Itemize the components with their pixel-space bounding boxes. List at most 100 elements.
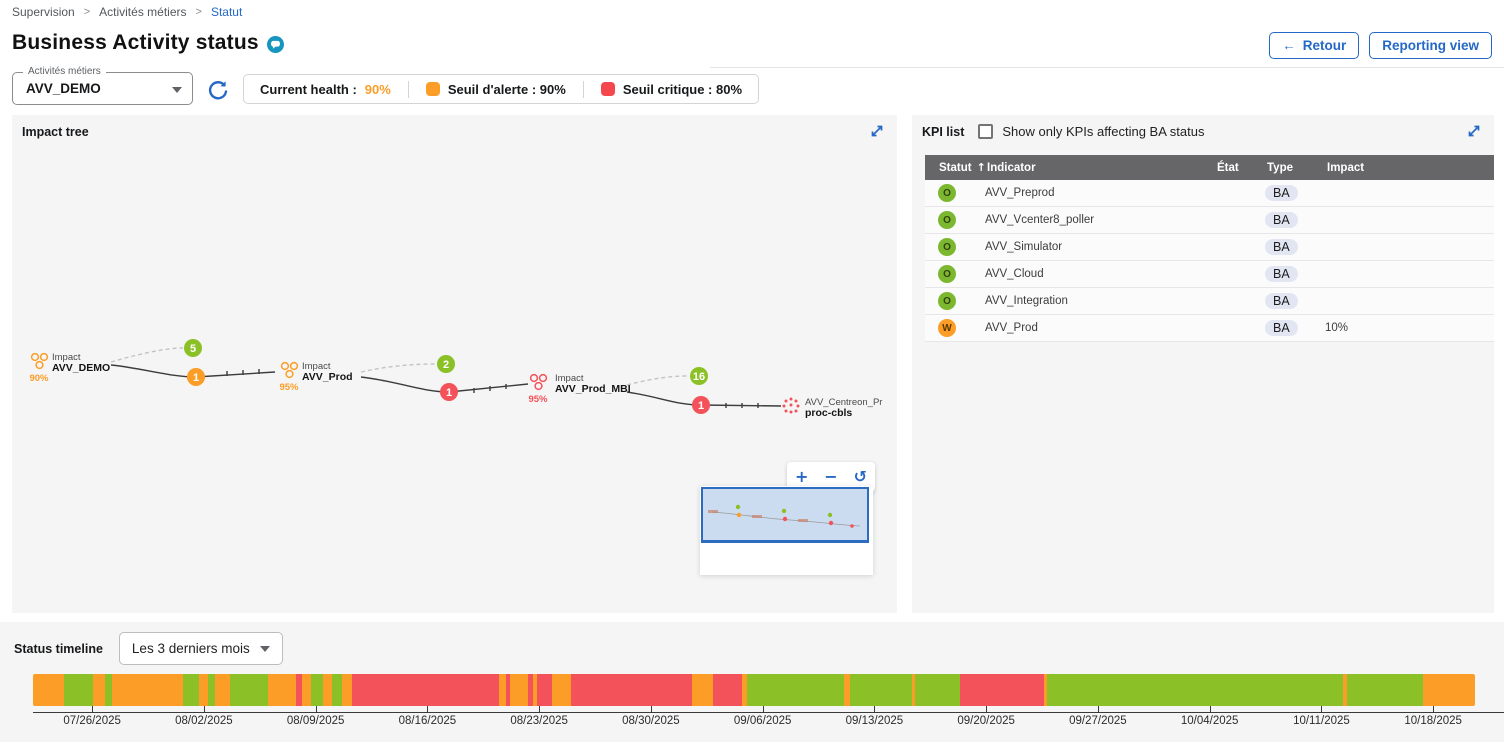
table-row[interactable]: OAVV_Vcenter8_pollerBA — [925, 207, 1494, 234]
show-only-kpis-checkbox[interactable] — [978, 124, 993, 139]
business-activity-select[interactable]: Activités métiers AVV_DEMO — [12, 72, 193, 105]
table-row[interactable]: OAVV_PreprodBA — [925, 180, 1494, 207]
timeline-segment-critical[interactable] — [537, 674, 552, 706]
axis-tick — [651, 706, 652, 713]
column-indicator[interactable]: Indicator — [985, 162, 1215, 174]
timeline-segment-ok[interactable] — [208, 674, 215, 706]
type-cell: BA — [1265, 212, 1325, 228]
kpi-table: Statut ↑ Indicator État Type Impact OAVV… — [925, 155, 1494, 342]
table-row[interactable]: OAVV_IntegrationBA — [925, 288, 1494, 315]
title-row: Business Activity status — [12, 31, 284, 55]
svg-text:1: 1 — [193, 372, 199, 384]
axis-tick-label: 09/27/2025 — [1069, 715, 1127, 727]
axis-tick — [874, 706, 875, 713]
axis-tick-label: 08/23/2025 — [510, 715, 568, 727]
breadcrumb-statut[interactable]: Statut — [211, 5, 242, 19]
impact-cell: 10% — [1325, 322, 1494, 334]
svg-text:1: 1 — [698, 400, 704, 412]
timeline-segment-ok[interactable] — [105, 674, 112, 706]
warning-count-badge[interactable]: 1 — [187, 368, 205, 386]
back-button[interactable]: ← Retour — [1269, 32, 1359, 59]
timeline-segment-ok[interactable] — [311, 674, 323, 706]
column-impact[interactable]: Impact — [1325, 162, 1494, 174]
timeline-segment-ok[interactable] — [850, 674, 912, 706]
timeline-segment-warning[interactable] — [499, 674, 506, 706]
expand-icon[interactable] — [1465, 123, 1482, 140]
status-chip: O — [938, 184, 956, 202]
svg-text:5: 5 — [190, 343, 196, 355]
zoom-in-button[interactable]: + — [795, 469, 808, 485]
tree-minimap[interactable] — [700, 486, 873, 575]
timeline-segment-warning[interactable] — [215, 674, 230, 706]
timeline-segment-critical[interactable] — [352, 674, 499, 706]
timeline-segment-ok[interactable] — [747, 674, 844, 706]
comment-bubble-icon[interactable] — [267, 36, 284, 53]
timeline-segment-warning[interactable] — [199, 674, 208, 706]
timeline-range-select[interactable]: Les 3 derniers mois — [119, 632, 283, 665]
axis-tick — [763, 706, 764, 713]
impact-tree-header: Impact tree — [12, 115, 897, 144]
expand-icon[interactable] — [868, 123, 885, 140]
critical-count-badge[interactable]: 1 — [692, 396, 710, 414]
timeline-segment-critical[interactable] — [571, 674, 692, 706]
current-health-value: 90% — [365, 82, 391, 97]
timeline-segment-ok[interactable] — [64, 674, 93, 706]
type-badge: BA — [1265, 212, 1298, 228]
table-row[interactable]: OAVV_SimulatorBA — [925, 234, 1494, 261]
refresh-button[interactable] — [206, 78, 230, 102]
refresh-icon — [206, 78, 230, 102]
timeline-segment-warning[interactable] — [33, 674, 64, 706]
table-row[interactable]: OAVV_CloudBA — [925, 261, 1494, 288]
timeline-segment-ok[interactable] — [1047, 674, 1343, 706]
kpi-list-panel: KPI list Show only KPIs affecting BA sta… — [912, 115, 1494, 613]
axis-tick-label: 10/18/2025 — [1404, 715, 1462, 727]
chevron-down-icon — [172, 87, 182, 93]
health-legend: Current health : 90% Seuil d'alerte : 90… — [243, 74, 759, 104]
timeline-segment-ok[interactable] — [915, 674, 960, 706]
svg-text:2: 2 — [443, 359, 449, 371]
breadcrumb-activites-metiers[interactable]: Activités métiers — [99, 5, 186, 19]
timeline-segment-ok[interactable] — [183, 674, 199, 706]
column-type[interactable]: Type — [1265, 162, 1325, 174]
tree-node-avv-centreon-service[interactable]: AVV_Centreon_Pr proc-cbls — [783, 397, 883, 419]
timeline-segment-warning[interactable] — [112, 674, 183, 706]
reporting-view-button[interactable]: Reporting view — [1369, 32, 1492, 59]
timeline-segment-warning[interactable] — [342, 674, 352, 706]
ok-count-badge[interactable]: 5 — [184, 339, 202, 357]
timeline-segment-critical[interactable] — [713, 674, 742, 706]
axis-tick — [986, 706, 987, 713]
timeline-segment-warning[interactable] — [1423, 674, 1475, 706]
critical-count-badge[interactable]: 1 — [440, 383, 458, 401]
svg-text:95%: 95% — [279, 382, 299, 393]
breadcrumb-separator: > — [84, 6, 90, 18]
timeline-segment-warning[interactable] — [323, 674, 332, 706]
timeline-segment-ok[interactable] — [332, 674, 342, 706]
kpi-filter-label: Show only KPIs affecting BA status — [1002, 124, 1204, 139]
legend-divider — [583, 81, 584, 98]
timeline-segment-warning[interactable] — [692, 674, 713, 706]
ok-count-badge[interactable]: 16 — [690, 367, 708, 385]
column-etat[interactable]: État — [1215, 162, 1265, 174]
timeline-segment-warning[interactable] — [93, 674, 105, 706]
timeline-segment-ok[interactable] — [1347, 674, 1423, 706]
axis-tick-label: 09/20/2025 — [957, 715, 1015, 727]
tree-node-avv-prod[interactable]: 95% Impact AVV_Prod — [279, 361, 352, 393]
zoom-reset-icon[interactable]: ↺ — [854, 469, 867, 485]
timeline-segment-warning[interactable] — [302, 674, 311, 706]
timeline-segment-warning[interactable] — [552, 674, 571, 706]
tree-node-avv-demo[interactable]: 90% Impact AVV_DEMO — [29, 352, 110, 384]
timeline-segment-warning[interactable] — [510, 674, 528, 706]
svg-text:AVV_Prod: AVV_Prod — [302, 371, 353, 383]
zoom-out-button[interactable]: − — [824, 469, 837, 485]
timeline-segment-warning[interactable] — [268, 674, 296, 706]
timeline-segment-ok[interactable] — [230, 674, 268, 706]
ok-count-badge[interactable]: 2 — [437, 355, 455, 373]
indicator-cell: AVV_Cloud — [985, 268, 1215, 280]
type-cell: BA — [1265, 293, 1325, 309]
tree-node-avv-prod-mbi[interactable]: 95% Impact AVV_Prod_MBI — [528, 373, 630, 405]
axis-tick-label: 09/06/2025 — [734, 715, 792, 727]
table-row[interactable]: WAVV_ProdBA10% — [925, 315, 1494, 342]
timeline-segment-critical[interactable] — [960, 674, 1044, 706]
column-statut[interactable]: Statut ↑ — [925, 161, 985, 174]
breadcrumb-supervision[interactable]: Supervision — [12, 5, 75, 19]
